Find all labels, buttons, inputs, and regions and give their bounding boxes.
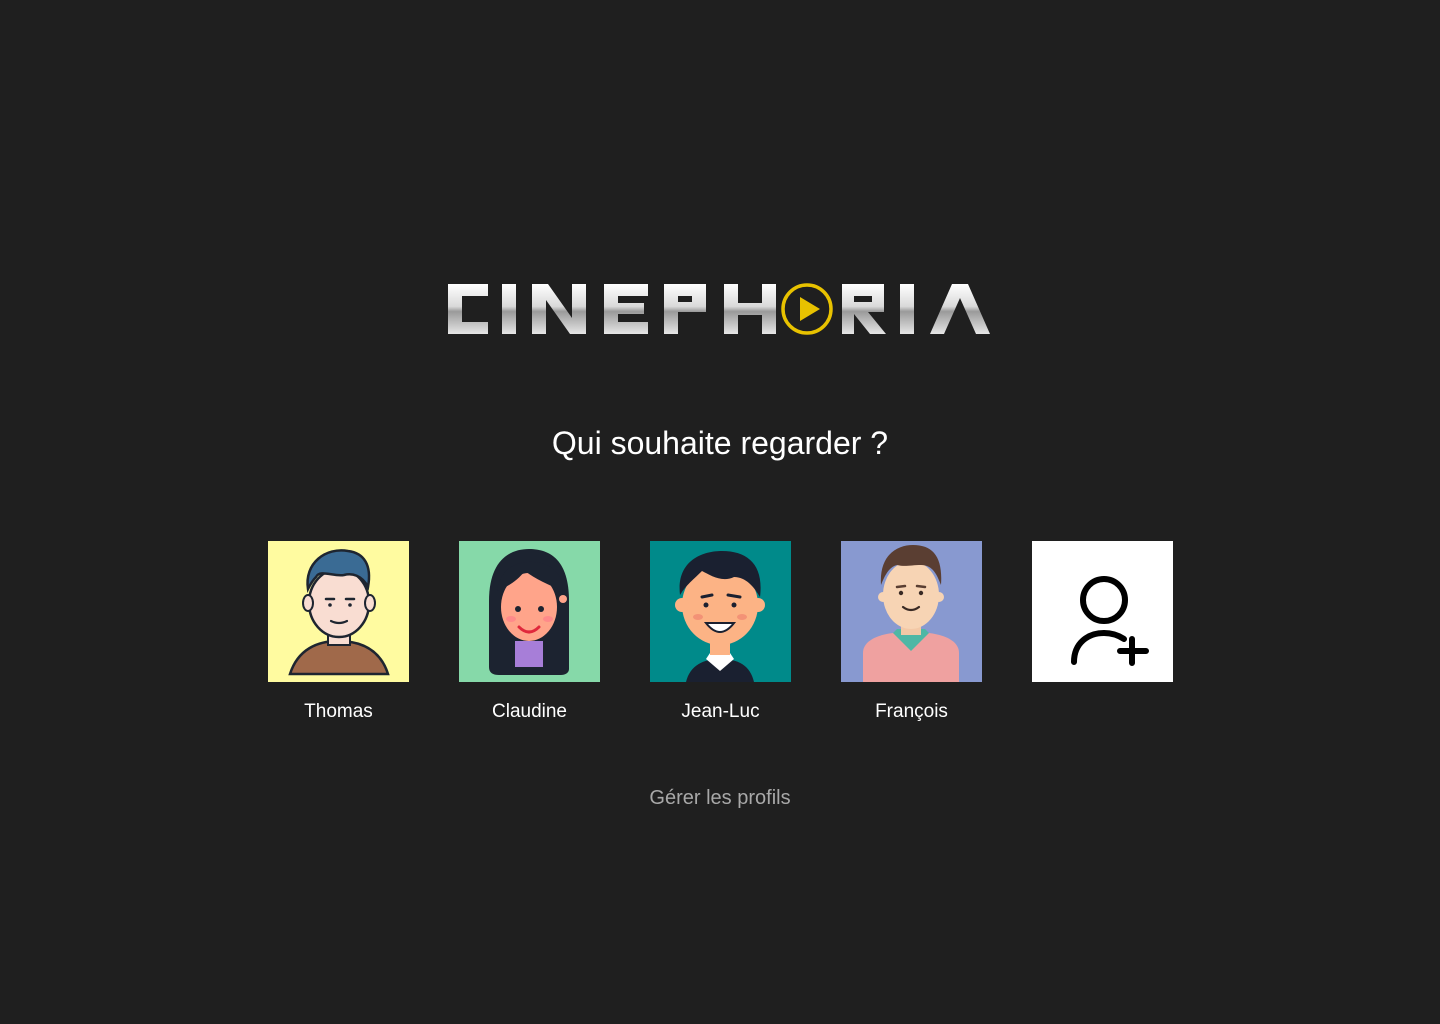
avatar[interactable] — [459, 541, 600, 682]
profile-name: Claudine — [492, 701, 567, 722]
brand-logo — [444, 276, 992, 342]
profile-selection-page: Qui souhaite regarder ? Thomas Claudine … — [0, 0, 1440, 1024]
profile-name: Thomas — [304, 701, 373, 722]
profile-card-claudine[interactable]: Claudine — [459, 541, 600, 724]
add-profile-tile[interactable] — [1032, 541, 1173, 682]
profile-card-jean-luc[interactable]: Jean-Luc — [650, 541, 791, 724]
profile-list: Thomas Claudine Jean-Luc François — [268, 541, 1173, 724]
avatar[interactable] — [841, 541, 982, 682]
avatar[interactable] — [650, 541, 791, 682]
user-plus-icon — [1032, 541, 1173, 682]
profile-card-thomas[interactable]: Thomas — [268, 541, 409, 724]
manage-profiles-link[interactable]: Gérer les profils — [0, 785, 1440, 811]
avatar[interactable] — [268, 541, 409, 682]
page-title: Qui souhaite regarder ? — [551, 425, 889, 461]
add-profile-button[interactable] — [1032, 541, 1173, 724]
profile-name: Jean-Luc — [681, 701, 760, 722]
profile-card-francois[interactable]: François — [841, 541, 982, 724]
profile-name: François — [875, 701, 948, 722]
